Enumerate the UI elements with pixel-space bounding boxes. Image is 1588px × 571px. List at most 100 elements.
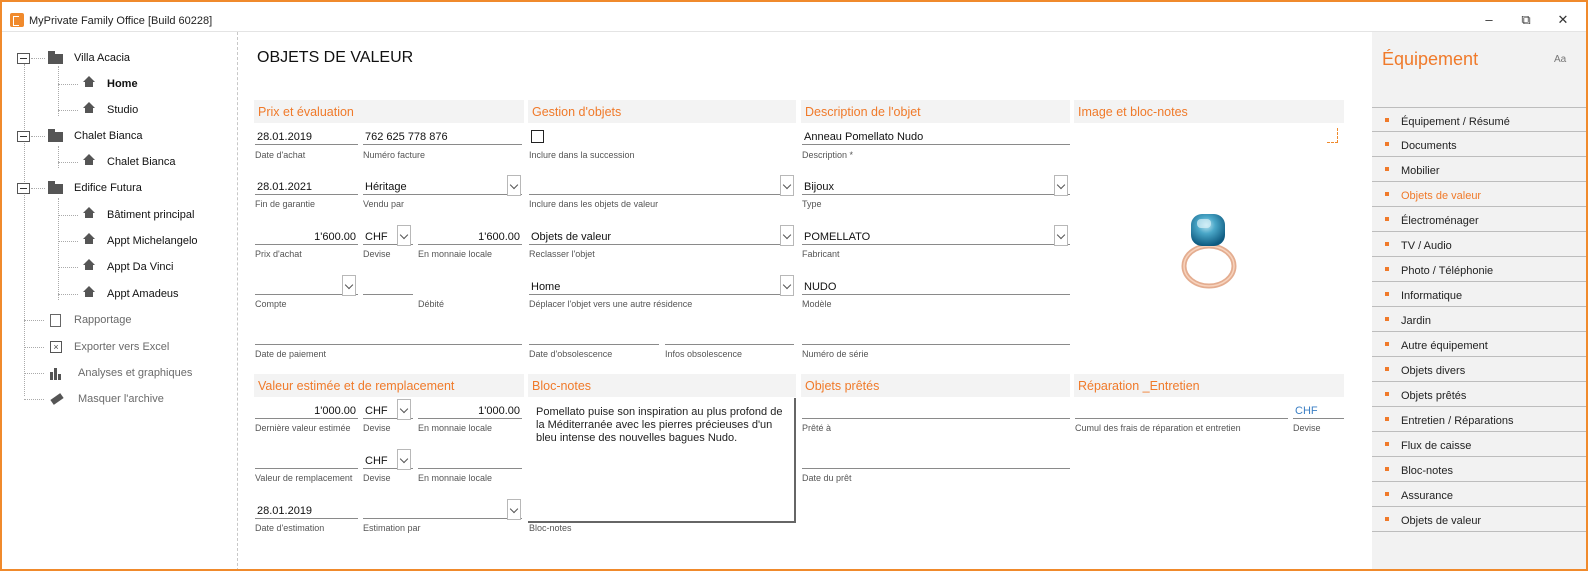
excel-icon: × bbox=[50, 341, 62, 353]
vendu-par-dropdown-icon[interactable] bbox=[507, 175, 521, 196]
collapse-icon[interactable] bbox=[17, 183, 30, 194]
tree-home[interactable]: Home bbox=[81, 73, 138, 95]
prix-achat-field[interactable]: 1'600.00 bbox=[255, 228, 358, 245]
fabricant-select[interactable]: POMELLATO bbox=[802, 228, 1070, 245]
succession-checkbox[interactable] bbox=[531, 130, 544, 143]
inclure-objets-label: Inclure dans les objets de valeur bbox=[529, 199, 659, 209]
modele-field[interactable]: NUDO bbox=[802, 278, 1070, 295]
house-icon bbox=[83, 76, 95, 87]
tree-residence-chalet-bianca[interactable]: Chalet Bianca bbox=[48, 125, 143, 147]
tree-rapportage[interactable]: Rapportage bbox=[48, 309, 132, 331]
nav-item-informatique[interactable]: Informatique bbox=[1372, 282, 1586, 307]
monnaie-locale2-field[interactable] bbox=[418, 452, 522, 469]
inclure-objets-dropdown-icon[interactable] bbox=[780, 175, 794, 196]
section-prix-evaluation: Prix et évaluation bbox=[254, 100, 524, 123]
type-dropdown-icon[interactable] bbox=[1054, 175, 1068, 196]
tree-studio[interactable]: Studio bbox=[81, 99, 138, 121]
tree-batiment-principal[interactable]: Bâtiment principal bbox=[81, 204, 194, 226]
minimize-icon[interactable]: – bbox=[1478, 11, 1500, 29]
window-title: MyPrivate Family Office [Build 60228] bbox=[29, 15, 213, 27]
valeur-remplacement-field[interactable] bbox=[255, 452, 358, 469]
nav-item-equipement-resume[interactable]: Équipement / Résumé bbox=[1372, 107, 1586, 132]
reclasser-dropdown-icon[interactable] bbox=[780, 225, 794, 246]
debite-checkbox-area[interactable] bbox=[363, 278, 413, 295]
nav-item-objets-de-valeur[interactable]: Objets de valeur bbox=[1372, 182, 1586, 207]
fabricant-dropdown-icon[interactable] bbox=[1054, 225, 1068, 246]
nav-item-tv-audio[interactable]: TV / Audio bbox=[1372, 232, 1586, 257]
tree-appt-michelangelo[interactable]: Appt Michelangelo bbox=[81, 230, 198, 252]
tree-analyses-graphiques[interactable]: Analyses et graphiques bbox=[48, 362, 192, 384]
type-select[interactable]: Bijoux bbox=[802, 178, 1070, 195]
app-logo-icon bbox=[10, 13, 24, 27]
description-field[interactable]: Anneau Pomellato Nudo bbox=[802, 128, 1070, 145]
tree-appt-amadeus[interactable]: Appt Amadeus bbox=[81, 283, 179, 305]
house-icon bbox=[83, 207, 95, 218]
deplacer-select[interactable]: Home bbox=[529, 278, 794, 295]
devise1-dropdown-icon[interactable] bbox=[397, 399, 411, 420]
estimation-par-label: Estimation par bbox=[363, 523, 421, 533]
nav-item-objets-de-valeur-2[interactable]: Objets de valeur bbox=[1372, 507, 1586, 532]
nav-item-photo-telephonie[interactable]: Photo / Téléphonie bbox=[1372, 257, 1586, 282]
bloc-notes-label: Bloc-notes bbox=[529, 523, 572, 533]
monnaie-locale2-label: En monnaie locale bbox=[418, 473, 493, 483]
devise2-dropdown-icon[interactable] bbox=[397, 449, 411, 470]
nav-item-objets-divers[interactable]: Objets divers bbox=[1372, 357, 1586, 382]
deplacer-dropdown-icon[interactable] bbox=[780, 275, 794, 296]
estimation-par-dropdown-icon[interactable] bbox=[507, 499, 521, 520]
date-obsolescence-label: Date d'obsolescence bbox=[529, 349, 613, 359]
prete-a-field[interactable] bbox=[802, 402, 1070, 419]
cumul-frais-field[interactable] bbox=[1075, 402, 1288, 419]
nav-item-documents[interactable]: Documents bbox=[1372, 132, 1586, 157]
nav-item-flux-de-caisse[interactable]: Flux de caisse bbox=[1372, 432, 1586, 457]
monnaie-locale1-field[interactable]: 1'000.00 bbox=[418, 402, 522, 419]
nav-item-mobilier[interactable]: Mobilier bbox=[1372, 157, 1586, 182]
tree-exporter-excel[interactable]: × Exporter vers Excel bbox=[48, 336, 169, 358]
devise-dropdown-icon[interactable] bbox=[397, 225, 411, 246]
monnaie-locale-field[interactable]: 1'600.00 bbox=[418, 228, 522, 245]
derniere-valeur-field[interactable]: 1'000.00 bbox=[255, 402, 358, 419]
nav-item-jardin[interactable]: Jardin bbox=[1372, 307, 1586, 332]
prix-achat-label: Prix d'achat bbox=[255, 249, 302, 259]
tree-chalet-bianca[interactable]: Chalet Bianca bbox=[81, 151, 176, 173]
close-icon[interactable]: ✕ bbox=[1552, 11, 1574, 29]
nav-item-bloc-notes[interactable]: Bloc-notes bbox=[1372, 457, 1586, 482]
collapse-icon[interactable] bbox=[17, 131, 30, 142]
date-pret-field[interactable] bbox=[802, 452, 1070, 469]
date-estimation-field[interactable]: 28.01.2019 bbox=[255, 502, 358, 519]
tree-residence-villa-acacia[interactable]: Villa Acacia bbox=[48, 47, 130, 69]
fin-garantie-field[interactable]: 28.01.2021 bbox=[255, 178, 358, 195]
inclure-objets-select[interactable] bbox=[529, 178, 794, 195]
nav-item-assurance[interactable]: Assurance bbox=[1372, 482, 1586, 507]
nav-item-electromenager[interactable]: Électroménager bbox=[1372, 207, 1586, 232]
collapse-icon[interactable] bbox=[17, 53, 30, 64]
nav-item-autre-equipement[interactable]: Autre équipement bbox=[1372, 332, 1586, 357]
bloc-notes-textarea[interactable]: Pomellato puise son inspiration au plus … bbox=[528, 398, 796, 523]
nav-item-objets-pretes[interactable]: Objets prêtés bbox=[1372, 382, 1586, 407]
item-photo[interactable] bbox=[1166, 204, 1256, 294]
estimation-par-select[interactable] bbox=[363, 502, 522, 519]
numero-facture-field[interactable]: 762 625 778 876 bbox=[363, 128, 522, 145]
date-obsolescence-field[interactable] bbox=[529, 328, 659, 345]
tree-residence-edifice-futura[interactable]: Edifice Futura bbox=[48, 177, 142, 199]
font-size-icon[interactable]: Aa bbox=[1554, 54, 1566, 65]
date-estimation-label: Date d'estimation bbox=[255, 523, 325, 533]
date-paiement-field[interactable] bbox=[255, 328, 522, 345]
tree-masquer-archive[interactable]: Masquer l'archive bbox=[48, 388, 164, 410]
vendu-par-select[interactable]: Héritage bbox=[363, 178, 522, 195]
tree-appt-da-vinci[interactable]: Appt Da Vinci bbox=[81, 256, 173, 278]
image-resize-handle[interactable] bbox=[1327, 128, 1338, 143]
reparation-devise-field[interactable]: CHF bbox=[1293, 402, 1344, 419]
compte-dropdown-icon[interactable] bbox=[342, 275, 356, 296]
numero-serie-field[interactable] bbox=[802, 328, 1070, 345]
date-achat-field[interactable]: 28.01.2019 bbox=[255, 128, 358, 145]
monnaie-locale1-label: En monnaie locale bbox=[418, 423, 493, 433]
date-paiement-label: Date de paiement bbox=[255, 349, 327, 359]
compte-label: Compte bbox=[255, 299, 287, 309]
nav-item-entretien-reparations[interactable]: Entretien / Réparations bbox=[1372, 407, 1586, 432]
reclasser-select[interactable]: Objets de valeur bbox=[529, 228, 794, 245]
succession-label: Inclure dans la succession bbox=[529, 150, 635, 160]
chart-icon bbox=[50, 366, 66, 380]
infos-obsolescence-field[interactable] bbox=[665, 328, 794, 345]
restore-icon[interactable]: ⧉ bbox=[1515, 11, 1537, 29]
section-bloc-notes: Bloc-notes bbox=[528, 374, 796, 397]
